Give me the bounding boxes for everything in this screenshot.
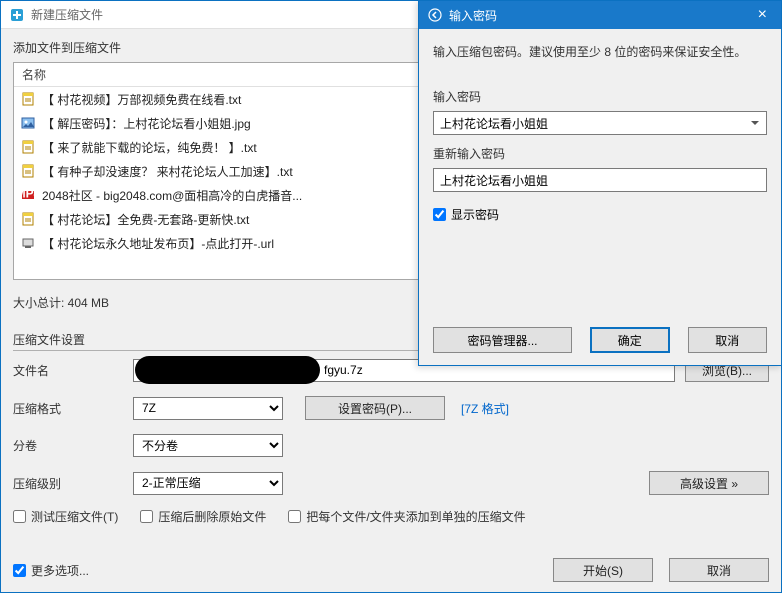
svg-text:MP4: MP4 [21,188,35,201]
separate-archives-checkbox[interactable]: 把每个文件/文件夹添加到单独的压缩文件 [288,508,525,525]
level-row: 压缩级别 2-正常压缩 高级设置 » [1,464,781,502]
password-manager-button[interactable]: 密码管理器... [433,327,572,353]
delete-after-checkbox[interactable]: 压缩后删除原始文件 [140,508,266,525]
close-icon[interactable]: × [752,6,773,24]
format-help-link[interactable]: [7Z 格式] [461,400,509,417]
footer: 更多选项... 开始(S) 取消 [1,558,781,582]
format-select[interactable]: 7Z [133,397,283,420]
jpg-file-icon [20,115,36,131]
dialog-body: 输入压缩包密码。建议使用至少 8 位的密码来保证安全性。 输入密码 重新输入密码… [419,29,781,234]
set-password-button[interactable]: 设置密码(P)... [305,396,445,420]
filename-label: 文件名 [13,362,133,379]
password-dialog: 输入密码 × 输入压缩包密码。建议使用至少 8 位的密码来保证安全性。 输入密码… [418,0,782,366]
txt-file-icon [20,211,36,227]
dialog-cancel-button[interactable]: 取消 [688,327,767,353]
start-button[interactable]: 开始(S) [553,558,653,582]
password-combo [433,111,767,135]
split-label: 分卷 [13,437,133,454]
repeat-password-label: 重新输入密码 [433,145,767,162]
repeat-password-input[interactable] [433,168,767,192]
mp4-file-icon: MP4 [20,187,36,203]
show-password-checkbox[interactable]: 显示密码 [433,206,499,223]
dialog-hint: 输入压缩包密码。建议使用至少 8 位的密码来保证安全性。 [433,43,767,60]
test-archive-checkbox[interactable]: 测试压缩文件(T) [13,508,118,525]
format-label: 压缩格式 [13,400,133,417]
txt-file-icon [20,163,36,179]
split-select[interactable]: 不分卷 [133,434,283,457]
url-file-icon [20,235,36,251]
level-select[interactable]: 2-正常压缩 [133,472,283,495]
dialog-title: 输入密码 [449,7,497,24]
txt-file-icon [20,91,36,107]
advanced-button[interactable]: 高级设置 » [649,471,769,495]
more-options-checkbox[interactable]: 更多选项... [13,562,89,579]
cancel-button[interactable]: 取消 [669,558,769,582]
options-row: 测试压缩文件(T) 压缩后删除原始文件 把每个文件/文件夹添加到单独的压缩文件 [1,502,781,531]
redacted-area [135,356,320,384]
password-label: 输入密码 [433,88,767,105]
main-title: 新建压缩文件 [31,6,103,23]
ok-button[interactable]: 确定 [590,327,669,353]
back-arrow-icon[interactable] [427,7,443,23]
level-label: 压缩级别 [13,475,133,492]
txt-file-icon [20,139,36,155]
password-input[interactable] [433,111,767,135]
dialog-buttons: 密码管理器... 确定 取消 [419,327,781,353]
app-add-icon [9,7,25,23]
dialog-titlebar: 输入密码 × [419,1,781,29]
split-row: 分卷 不分卷 [1,427,781,464]
format-row: 压缩格式 7Z 设置密码(P)... [7Z 格式] [1,389,781,427]
